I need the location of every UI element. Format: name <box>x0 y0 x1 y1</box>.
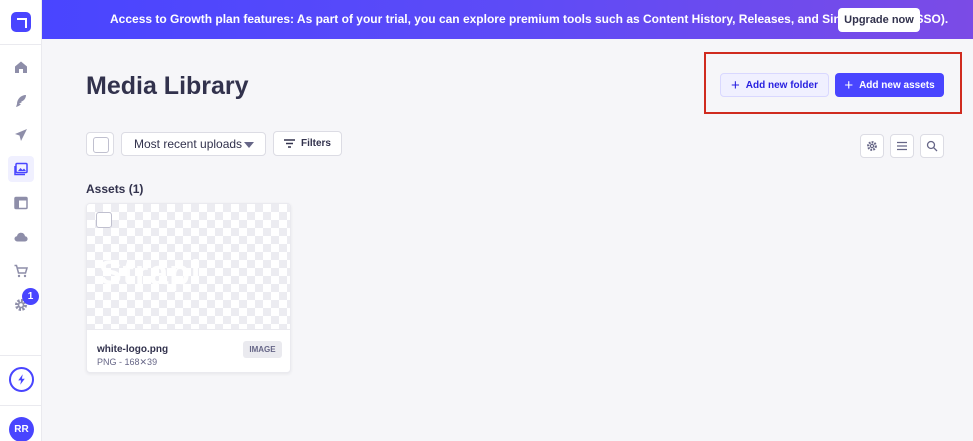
sort-value: Most recent uploads <box>134 137 243 151</box>
list-icon <box>897 141 907 151</box>
assets-heading: Assets (1) <box>86 182 144 196</box>
trial-banner: Access to Growth plan features: As part … <box>42 0 973 39</box>
search-icon <box>926 140 938 152</box>
upgrade-now-button[interactable]: Upgrade now <box>838 8 920 32</box>
logo-image: Strapi <box>99 254 202 292</box>
media-library-icon[interactable] <box>8 156 34 182</box>
plus-icon: + <box>844 76 854 94</box>
gear-icon <box>867 141 877 151</box>
select-all-checkbox[interactable] <box>86 132 114 156</box>
settings-button[interactable] <box>860 134 884 158</box>
layout-icon[interactable] <box>8 190 34 216</box>
nav-divider <box>0 405 42 406</box>
list-view-button[interactable] <box>890 134 914 158</box>
cart-icon[interactable] <box>8 258 34 284</box>
feather-icon[interactable] <box>8 88 34 114</box>
asset-file-name: white-logo.png <box>97 344 169 355</box>
add-assets-label: Add new assets <box>859 79 935 91</box>
nav-divider <box>0 355 42 356</box>
home-icon[interactable] <box>8 54 34 80</box>
asset-type-badge: IMAGE <box>243 341 282 358</box>
user-avatar[interactable]: RR <box>9 417 34 441</box>
filter-icon <box>283 139 295 148</box>
add-new-assets-button[interactable]: + Add new assets <box>835 73 944 97</box>
page-title: Media Library <box>86 72 249 100</box>
add-folder-label: Add new folder <box>745 79 818 91</box>
filters-button[interactable]: Filters <box>273 131 342 156</box>
asset-checkbox[interactable] <box>96 212 112 228</box>
sort-select[interactable]: Most recent uploads <box>121 132 266 156</box>
notification-badge: 1 <box>22 288 39 305</box>
paper-plane-icon[interactable] <box>8 122 34 148</box>
search-button[interactable] <box>920 134 944 158</box>
caret-down-icon <box>244 142 254 148</box>
cloud-icon[interactable] <box>8 224 34 250</box>
asset-file-meta: PNG - 168✕39 <box>97 357 158 367</box>
strapi-logo[interactable] <box>11 12 31 32</box>
add-new-folder-button[interactable]: + Add new folder <box>720 73 829 97</box>
filters-label: Filters <box>300 138 331 149</box>
plus-icon: + <box>731 76 740 94</box>
lightning-icon[interactable] <box>9 367 34 392</box>
main-nav: 1 RR <box>0 0 42 441</box>
banner-message: Access to Growth plan features: As part … <box>110 12 949 26</box>
asset-preview: Strapi <box>87 204 290 330</box>
asset-card[interactable]: Strapi white-logo.png PNG - 168✕39 IMAGE <box>86 203 291 373</box>
nav-divider <box>0 44 42 45</box>
